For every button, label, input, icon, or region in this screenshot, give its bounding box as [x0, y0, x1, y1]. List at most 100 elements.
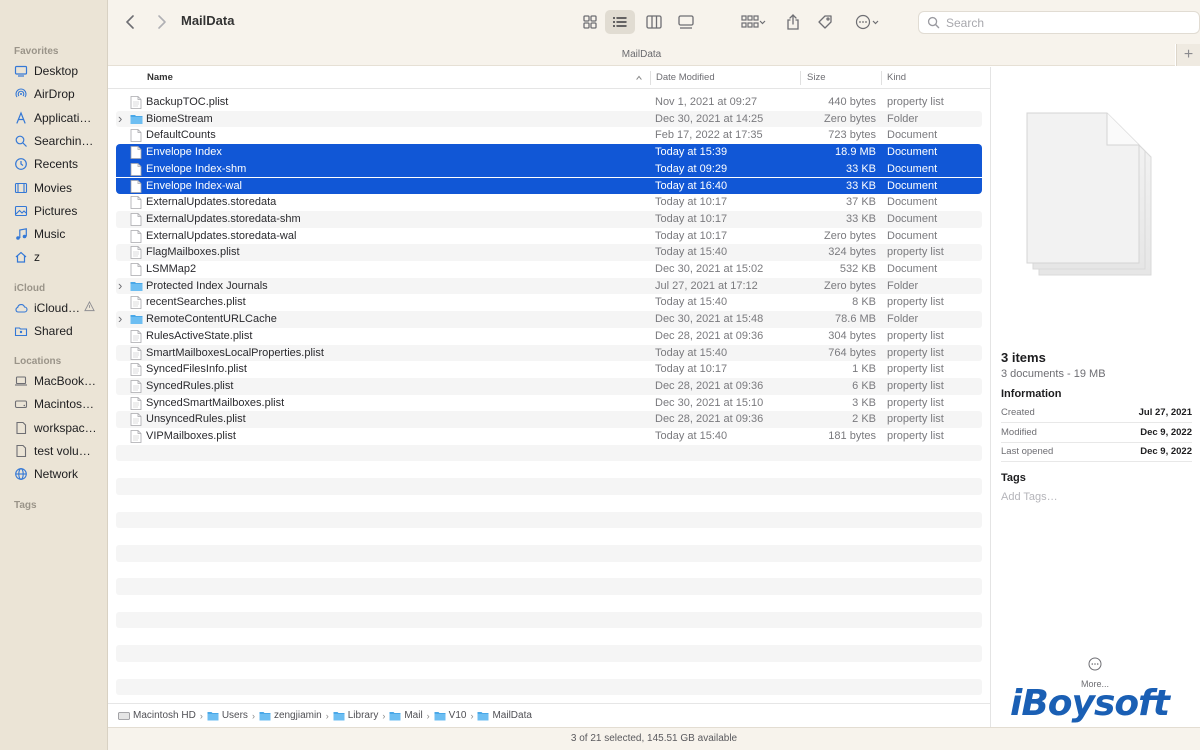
file-list[interactable]: BackupTOC.plist Nov 1, 2021 at 09:27 440 b…: [108, 89, 990, 701]
breadcrumb-item[interactable]: MailData: [477, 710, 532, 721]
file-size: 324 bytes: [828, 246, 876, 259]
table-row[interactable]: › BiomeStream Dec 30, 2021 at 14:25 Zero by…: [116, 110, 982, 128]
sort-chevron-up-icon[interactable]: [635, 67, 643, 89]
preview-title: 3 items: [1001, 350, 1046, 365]
breadcrumb-label: Library: [347, 710, 379, 721]
breadcrumb-item[interactable]: Library: [333, 710, 379, 721]
column-divider[interactable]: [881, 71, 882, 85]
file-name: SyncedSmartMailboxes.plist: [146, 396, 285, 409]
add-tags-field[interactable]: Add Tags…: [1001, 491, 1058, 503]
file-size: 2 KB: [852, 413, 876, 426]
sidebar-item-shared[interactable]: Shared: [14, 321, 108, 341]
sidebar-item-macintos[interactable]: Macintos…: [14, 394, 108, 414]
sidebar-item-label: test volu…: [34, 443, 91, 458]
column-header-kind[interactable]: Kind: [887, 67, 906, 89]
table-row[interactable]: ExternalUpdates.storedata-wal Today at 10…: [116, 228, 982, 245]
sidebar-item-macbook[interactable]: MacBook…: [14, 371, 108, 391]
table-row[interactable]: SmartMailboxesLocalProperties.plist Today…: [116, 344, 982, 362]
info-key: Modified: [1001, 426, 1037, 438]
sidebar-item-icloud[interactable]: iCloud…: [14, 298, 108, 318]
window-title: MailData: [181, 13, 235, 28]
breadcrumb-label: Macintosh HD: [133, 710, 196, 721]
file-size: 304 bytes: [828, 329, 876, 342]
disclosure-chevron-icon[interactable]: ›: [118, 111, 128, 126]
sidebar-item-z[interactable]: z: [14, 247, 108, 267]
forward-button[interactable]: [152, 10, 170, 34]
table-row[interactable]: SyncedFilesInfo.plist Today at 10:17 1 KB p…: [116, 361, 982, 378]
search-input[interactable]: Search: [918, 11, 1200, 34]
table-row[interactable]: FlagMailboxes.plist Today at 15:40 324 byt…: [116, 244, 982, 261]
table-row[interactable]: ExternalUpdates.storedata Today at 10:17 3…: [116, 194, 982, 211]
table-row[interactable]: UnsyncedRules.plist Dec 28, 2021 at 09:36…: [116, 411, 982, 428]
file-date: Today at 15:40: [655, 346, 728, 359]
file-name: Envelope Index-shm: [146, 162, 247, 175]
file-date: Dec 28, 2021 at 09:36: [655, 379, 764, 392]
breadcrumb-item[interactable]: zengjiamin: [259, 710, 322, 721]
column-header-size[interactable]: Size: [807, 67, 825, 89]
table-row[interactable]: DefaultCounts Feb 17, 2022 at 17:35 723 by…: [116, 127, 982, 144]
file-size: 33 KB: [846, 212, 876, 225]
table-row[interactable]: LSMMap2 Dec 30, 2021 at 15:02 532 KB Docume…: [116, 261, 982, 278]
column-header-date[interactable]: Date Modified: [656, 67, 715, 89]
sidebar-item-network[interactable]: Network: [14, 464, 108, 484]
file-kind: Document: [887, 229, 938, 242]
file-kind: Folder: [887, 279, 919, 292]
volume-icon: [14, 421, 28, 435]
tag-button[interactable]: [815, 10, 835, 34]
action-button[interactable]: [851, 10, 885, 34]
breadcrumb-item[interactable]: Macintosh HD: [118, 710, 196, 721]
sidebar-item-airdrop[interactable]: AirDrop: [14, 84, 108, 104]
gallery-view-button[interactable]: [674, 10, 698, 34]
sidebar-item-label: Shared: [34, 324, 73, 339]
table-row[interactable]: Envelope Index Today at 15:39 18.9 MB Docum…: [116, 144, 982, 161]
preview-tags-heading: Tags: [1001, 472, 1026, 484]
table-row[interactable]: Envelope Index-shm Today at 09:29 33 KB Doc…: [116, 160, 982, 178]
disclosure-chevron-icon[interactable]: ›: [118, 311, 128, 326]
sidebar-item-recents[interactable]: Recents: [14, 154, 108, 174]
table-row[interactable]: VIPMailboxes.plist Today at 15:40 181 byte…: [116, 428, 982, 445]
file-date: Nov 1, 2021 at 09:27: [655, 96, 758, 108]
sidebar-item-desktop[interactable]: Desktop: [14, 61, 108, 81]
column-divider[interactable]: [650, 71, 651, 85]
sidebar-item-pictures[interactable]: Pictures: [14, 201, 108, 221]
document-icon: [130, 162, 142, 176]
disclosure-chevron-icon[interactable]: ›: [118, 278, 128, 293]
column-header-name[interactable]: Name: [147, 67, 173, 89]
icon-view-button[interactable]: [578, 10, 602, 34]
table-row[interactable]: RulesActiveState.plist Dec 28, 2021 at 09…: [116, 328, 982, 345]
sidebar-section-icloud: iCloud: [14, 283, 46, 294]
file-name: Protected Index Journals: [146, 279, 268, 292]
sidebar-item-label: Movies: [34, 180, 73, 195]
toolbar: MailData Search: [108, 0, 1200, 44]
share-button[interactable]: [783, 10, 803, 34]
table-row[interactable]: BackupTOC.plist Nov 1, 2021 at 09:27 440 b…: [116, 94, 982, 111]
table-row[interactable]: SyncedRules.plist Dec 28, 2021 at 09:36 6 …: [116, 377, 982, 395]
file-name: recentSearches.plist: [146, 296, 246, 309]
breadcrumb-item[interactable]: Users: [207, 710, 248, 721]
back-button[interactable]: [122, 10, 140, 34]
list-view-button[interactable]: [605, 10, 635, 34]
sidebar-item-movies[interactable]: Movies: [14, 178, 108, 198]
more-icon[interactable]: [1088, 657, 1102, 671]
empty-row: [116, 611, 982, 629]
add-tab-button[interactable]: +: [1176, 44, 1200, 66]
group-button[interactable]: [736, 10, 770, 34]
sidebar-item-test-volu[interactable]: test volu…: [14, 441, 108, 461]
plist-file-icon: [130, 329, 142, 343]
table-row[interactable]: ExternalUpdates.storedata-shm Today at 10…: [116, 210, 982, 228]
file-name: LSMMap2: [146, 263, 197, 275]
table-row[interactable]: › RemoteContentURLCache Dec 30, 2021 at 15…: [116, 311, 982, 328]
table-row[interactable]: › Protected Index Journals Jul 27, 2021 at…: [116, 277, 982, 295]
table-row[interactable]: Envelope Index-wal Today at 16:40 33 KB Doc…: [116, 177, 982, 195]
column-divider[interactable]: [800, 71, 801, 85]
table-row[interactable]: SyncedSmartMailboxes.plist Dec 30, 2021 a…: [116, 395, 982, 412]
column-view-button[interactable]: [642, 10, 666, 34]
breadcrumb-item[interactable]: Mail: [389, 710, 423, 721]
table-row[interactable]: recentSearches.plist Today at 15:40 8 KB pr…: [116, 294, 982, 311]
sidebar-item-searchin[interactable]: Searchin…: [14, 131, 108, 151]
sidebar-item-workspac[interactable]: workspac…: [14, 418, 108, 438]
file-kind: property list: [887, 413, 944, 426]
breadcrumb-item[interactable]: V10: [434, 710, 466, 721]
sidebar-item-applicati[interactable]: Applicati…: [14, 108, 108, 128]
sidebar-item-music[interactable]: Music: [14, 224, 108, 244]
